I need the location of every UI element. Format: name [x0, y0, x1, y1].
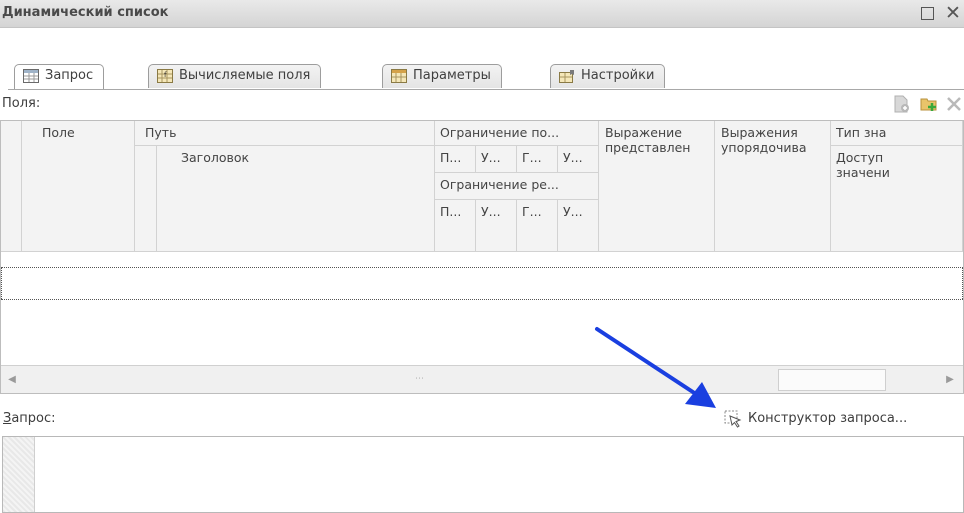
column-restriction-fields[interactable]: Ограничение по... [435, 121, 599, 146]
column-presentation-expression[interactable]: Выражение представлен [599, 121, 715, 252]
close-icon[interactable]: ✕ [944, 4, 962, 23]
tab-label: Вычисляемые поля [179, 68, 311, 83]
path-indent [135, 146, 157, 252]
edit-field-icon[interactable] [892, 95, 910, 113]
delete-field-icon[interactable] [945, 95, 963, 113]
tab-divider [8, 89, 964, 90]
horizontal-scrollbar[interactable]: ◀ ⋯ ▶ [1, 365, 963, 393]
tab-label: Запрос [45, 68, 94, 83]
fields-table[interactable]: Поле Путь Заголовок Ограничение по... П.… [0, 120, 964, 394]
column-field[interactable]: Поле [22, 121, 135, 252]
tab-settings[interactable]: Настройки [550, 64, 666, 88]
restriction-sub-3[interactable]: Г... [517, 146, 558, 173]
query-builder-icon [724, 410, 742, 428]
tab-label: Настройки [581, 68, 655, 83]
tab-parameters[interactable]: Параметры [382, 64, 502, 88]
add-field-icon[interactable] [920, 95, 938, 113]
restriction-detail-sub-4[interactable]: У... [558, 200, 599, 252]
editor-gutter [3, 437, 35, 512]
row-marker-header [1, 121, 22, 252]
query-builder-label[interactable]: Конструктор запроса... [748, 411, 907, 426]
settings-icon [559, 70, 574, 83]
restriction-sub-2[interactable]: У... [476, 146, 517, 173]
table-row[interactable] [1, 268, 963, 299]
scroll-right-icon[interactable]: ▶ [943, 372, 957, 388]
column-restriction-details[interactable]: Ограничение ре... [435, 173, 599, 200]
restriction-detail-sub-2[interactable]: У... [476, 200, 517, 252]
table-icon [23, 69, 39, 83]
restriction-sub-4[interactable]: У... [558, 146, 599, 173]
scroll-grip-icon: ⋯ [415, 374, 424, 384]
restriction-detail-sub-3[interactable]: Г... [517, 200, 558, 252]
tab-query[interactable]: Запрос [14, 64, 105, 89]
tab-label: Параметры [413, 68, 491, 83]
column-order-expression[interactable]: Выражения упорядочива [715, 121, 831, 252]
column-header[interactable]: Заголовок [157, 146, 435, 252]
window-titlebar: Динамический список ✕ [0, 0, 964, 28]
restriction-sub-1[interactable]: П... [435, 146, 476, 173]
column-available-values[interactable]: Доступ значени [831, 146, 963, 252]
parameters-icon [391, 69, 407, 83]
function-icon: f [157, 69, 173, 83]
fields-label: Поля: [2, 96, 41, 111]
tab-calculated-fields[interactable]: f Вычисляемые поля [148, 64, 322, 88]
query-text-editor[interactable] [2, 436, 964, 513]
query-label: Запрос: [3, 411, 56, 426]
column-path[interactable]: Путь [135, 121, 435, 146]
maximize-icon[interactable] [918, 4, 936, 22]
selected-row-bottom [1, 299, 964, 300]
restriction-detail-sub-1[interactable]: П... [435, 200, 476, 252]
window-title: Динамический список [2, 5, 169, 20]
column-value-type[interactable]: Тип зна [831, 121, 963, 146]
scroll-thumb[interactable] [778, 369, 886, 391]
scroll-left-icon[interactable]: ◀ [5, 372, 19, 388]
